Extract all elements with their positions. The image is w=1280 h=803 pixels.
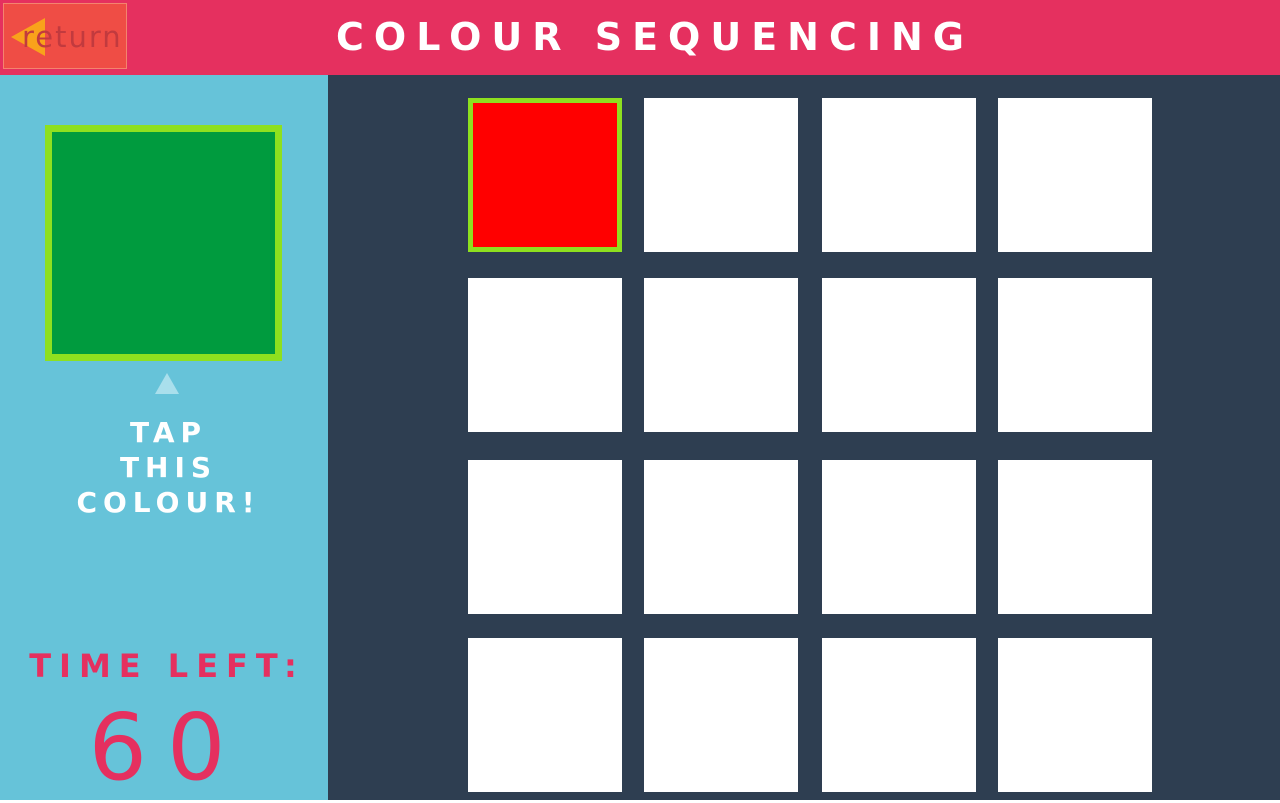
up-arrow-icon [155,373,179,394]
colour-tile[interactable] [468,638,622,792]
sidebar-panel: TAP THIS COLOUR! TIME LEFT: 60 [0,75,328,801]
return-label: return [22,20,123,54]
instruction-line: TAP [129,416,208,449]
page-title: COLOUR SEQUENCING [336,15,974,59]
colour-tile[interactable] [644,278,798,432]
colour-tile[interactable] [468,98,622,252]
target-colour-swatch [45,125,282,361]
colour-tile[interactable] [644,638,798,792]
colour-tile[interactable] [822,460,976,614]
colour-tile[interactable] [998,98,1152,252]
colour-tile[interactable] [468,278,622,432]
colour-tile[interactable] [822,278,976,432]
colour-tile[interactable] [644,460,798,614]
colour-tile[interactable] [822,98,976,252]
time-left-value: 60 [88,694,246,801]
instruction-text: TAP THIS COLOUR! [0,415,337,520]
time-left-label: TIME LEFT: [29,647,305,685]
instruction-line: THIS [119,451,218,484]
colour-tile[interactable] [644,98,798,252]
return-button[interactable]: return [3,3,127,69]
colour-tile[interactable] [468,460,622,614]
header-bar: return COLOUR SEQUENCING [0,0,1280,75]
colour-tile-grid [328,75,1280,800]
colour-tile[interactable] [822,638,976,792]
instruction-line: COLOUR! [76,486,261,519]
colour-tile[interactable] [998,278,1152,432]
colour-tile[interactable] [998,638,1152,792]
colour-tile[interactable] [998,460,1152,614]
